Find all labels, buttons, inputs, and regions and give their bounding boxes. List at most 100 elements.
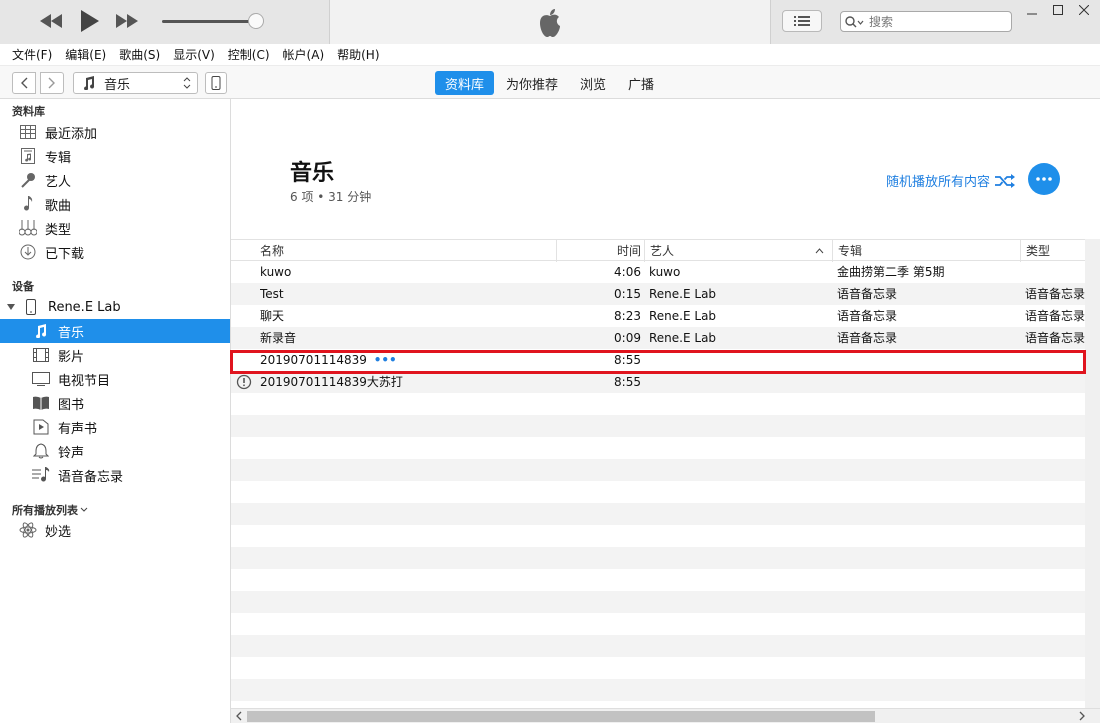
sidebar-item-label: 专辑 [45,150,72,166]
row-time: 4:06 [614,265,641,279]
row-genre [1025,261,1087,283]
menu-song[interactable]: 歌曲(S) [119,46,160,63]
previous-icon[interactable] [38,9,64,33]
iphone-icon [211,76,221,90]
sidebar-item-genius[interactable]: 妙选 [0,518,230,542]
view-tabs: 资料库 为你推荐 浏览 广播 [435,71,666,95]
row-time: 8:23 [614,309,641,323]
sidebar-item-device-audiobooks[interactable]: 有声书 [0,415,230,439]
tab-radio[interactable]: 广播 [618,71,664,95]
sort-ascending-icon [815,248,824,254]
scroll-left-icon[interactable] [235,711,243,721]
sidebar-item-albums[interactable]: 专辑 [0,144,230,168]
sidebar-item-label: 最近添加 [45,126,98,142]
page-subtitle: 6 项 • 31 分钟 [290,190,372,204]
horizontal-scrollbar[interactable] [231,708,1100,723]
menu-file[interactable]: 文件(F) [12,46,52,63]
volume-knob[interactable] [248,13,264,29]
sidebar-item-artists[interactable]: 艺人 [0,168,230,192]
book-icon [31,394,51,412]
table-row[interactable]: 新录音 0:09 Rene.E Lab 语音备忘录 语音备忘录 [231,327,1085,349]
row-album: 语音备忘录 [837,331,898,345]
column-artist[interactable]: 艺人 [644,240,832,262]
table-row[interactable]: kuwo 4:06 kuwo 金曲捞第二季 第5期 [231,261,1085,283]
minimize-button[interactable] [1020,2,1044,18]
player-controls [0,0,330,44]
column-artist-label: 艺人 [650,244,675,258]
empty-row [231,503,1085,525]
sidebar-item-device-voice-memos[interactable]: 语音备忘录 [0,463,230,487]
column-album[interactable]: 专辑 [832,240,1020,262]
row-name: kuwo [260,265,292,279]
vertical-scrollbar[interactable] [1085,239,1100,709]
table-row[interactable]: Test 0:15 Rene.E Lab 语音备忘录 语音备忘录 [231,283,1085,305]
music-note-icon [84,76,95,90]
menu-bar: 文件(F) 编辑(E) 歌曲(S) 显示(V) 控制(C) 帐户(A) 帮助(H… [0,44,1100,65]
sidebar-item-device-tv[interactable]: 电视节目 [0,367,230,391]
menu-account[interactable]: 帐户(A) [283,46,325,63]
list-view-button[interactable] [782,10,822,32]
menu-controls[interactable]: 控制(C) [228,46,270,63]
next-icon[interactable] [114,9,140,33]
sidebar-item-label: 已下载 [45,246,85,262]
main-content: 音乐 6 项 • 31 分钟 随机播放所有内容 名称 时间 艺人 专辑 类型 k… [231,99,1100,709]
menu-help[interactable]: 帮助(H) [337,46,379,63]
sidebar-item-label: 妙选 [45,524,72,540]
guitar-icon [18,219,38,237]
device-button[interactable] [205,72,227,94]
voice-memo-icon [31,466,51,484]
table-header: 名称 时间 艺人 专辑 类型 [231,239,1086,262]
scrollbar-thumb[interactable] [247,711,875,722]
maximize-button[interactable] [1046,2,1070,18]
row-album: 语音备忘录 [837,287,898,301]
table-body: kuwo 4:06 kuwo 金曲捞第二季 第5期 Test 0:15 Rene… [231,261,1085,723]
sidebar-item-device-ringtones[interactable]: 铃声 [0,439,230,463]
empty-row [231,393,1085,415]
playlists-section-title[interactable]: 所有播放列表 [12,502,88,518]
apple-logo-icon [536,8,564,38]
column-genre[interactable]: 类型 [1020,240,1086,262]
highlight-box [230,350,1086,374]
more-options-button[interactable] [1028,163,1060,195]
music-note-icon [31,322,51,340]
minimize-icon [1027,13,1037,15]
play-icon[interactable] [76,9,102,33]
close-button[interactable] [1072,2,1096,18]
sidebar-item-label: 艺人 [45,174,72,190]
grid-icon [18,123,38,141]
disclosure-triangle-icon[interactable] [7,303,15,311]
shuffle-all-button[interactable]: 随机播放所有内容 [886,171,1016,190]
table-row[interactable]: 聊天 8:23 Rene.E Lab 语音备忘录 语音备忘录 [231,305,1085,327]
sidebar-item-downloaded[interactable]: 已下载 [0,240,230,264]
tab-browse[interactable]: 浏览 [570,71,616,95]
back-button[interactable] [12,72,36,94]
sidebar-item-label: 语音备忘录 [58,469,124,485]
volume-slider[interactable] [162,20,256,23]
maximize-icon [1053,5,1063,15]
row-artist: kuwo [649,265,681,279]
devices-section-title: 设备 [12,280,34,293]
tab-library[interactable]: 资料库 [435,71,495,95]
device-rene-e-lab[interactable]: Rene.E Lab [0,295,230,319]
chevron-left-icon [21,77,28,89]
sidebar-item-device-music[interactable]: 音乐 [0,319,230,343]
sidebar-item-genres[interactable]: 类型 [0,216,230,240]
menu-view[interactable]: 显示(V) [173,46,215,63]
empty-row [231,679,1085,701]
menu-edit[interactable]: 编辑(E) [65,46,106,63]
column-name[interactable]: 名称 [255,240,585,262]
sidebar-item-songs[interactable]: 歌曲 [0,192,230,216]
table-row[interactable]: 20190701114839大苏打 8:55 [231,371,1085,393]
empty-row [231,415,1085,437]
sidebar-item-recently-added[interactable]: 最近添加 [0,120,230,144]
forward-button[interactable] [40,72,64,94]
column-time[interactable]: 时间 [556,240,644,262]
tab-for-you[interactable]: 为你推荐 [496,71,568,95]
scroll-right-icon[interactable] [1078,711,1086,721]
media-source-select[interactable]: 音乐 [73,72,198,94]
search-input[interactable]: 搜索 [840,11,1012,32]
sidebar-item-device-books[interactable]: 图书 [0,391,230,415]
film-icon [31,346,51,364]
sidebar-item-device-movies[interactable]: 影片 [0,343,230,367]
sidebar-item-label: 铃声 [58,445,85,461]
